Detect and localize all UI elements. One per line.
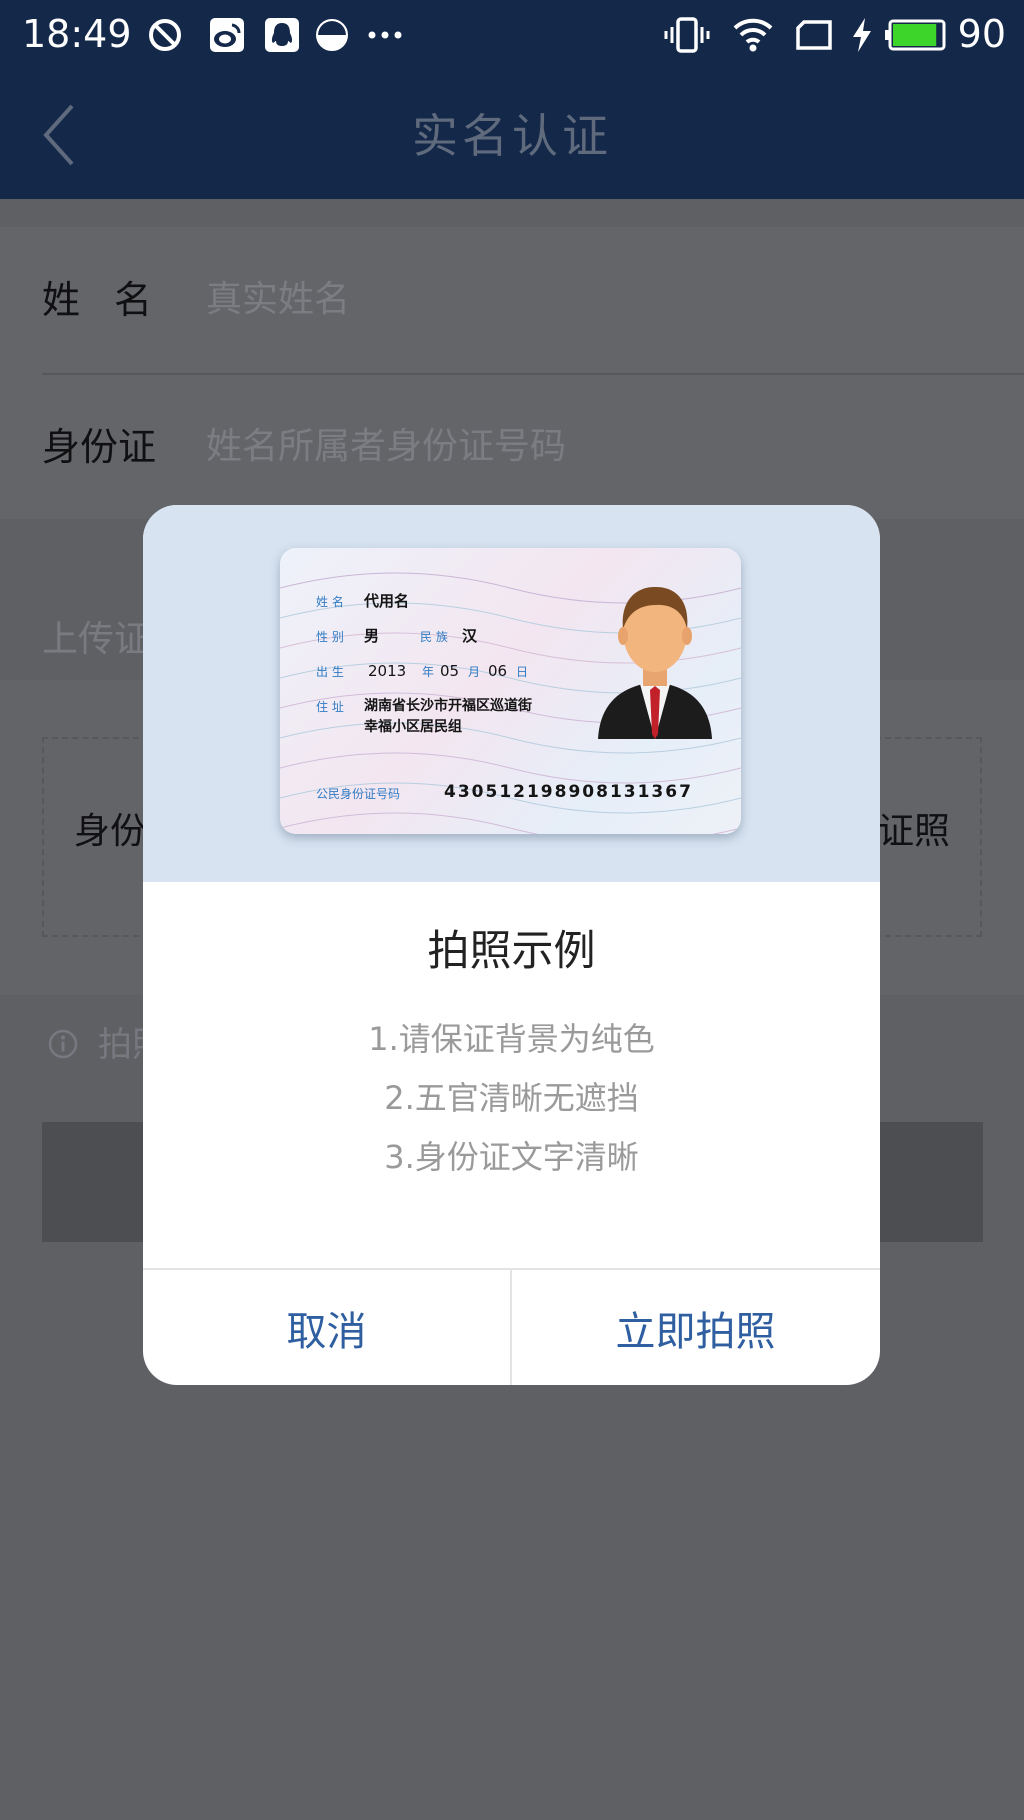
take-photo-button[interactable]: 立即拍照 — [512, 1270, 879, 1385]
status-bar: 18:49 90 — [0, 0, 1024, 72]
sample-id-photo: 姓 名 代用名 性 别 男 民 族 汉 出 生 2013 年 05 月 06 日… — [143, 505, 880, 882]
vibrate-icon — [664, 17, 710, 53]
photo-example-dialog: 姓 名 代用名 性 别 男 民 族 汉 出 生 2013 年 05 月 06 日… — [143, 505, 880, 1385]
card-address-line2: 幸福小区居民组 — [364, 719, 462, 735]
card-name-field: 姓 名 — [316, 595, 344, 609]
battery-level: 90 — [957, 12, 1006, 56]
card-day-unit: 日 — [516, 665, 529, 679]
card-sex-field: 性 别 — [316, 630, 344, 644]
card-year-unit: 年 — [422, 665, 435, 679]
sim-card-icon — [796, 20, 832, 50]
qq-icon — [265, 18, 299, 52]
name-row: 姓名 — [0, 227, 1024, 375]
card-birth-year: 2013 — [368, 662, 407, 680]
card-ethnicity-field: 民 族 — [420, 630, 448, 644]
more-dots-icon — [368, 31, 402, 39]
card-sex-value: 男 — [364, 627, 380, 645]
half-moon-icon — [316, 19, 348, 51]
status-time: 18:49 — [22, 12, 132, 56]
name-input[interactable] — [206, 269, 966, 329]
id-front-upload-label: 身份 — [74, 811, 147, 852]
wifi-icon — [733, 18, 773, 52]
person-avatar-icon — [598, 586, 712, 739]
card-birth-month: 05 — [440, 662, 460, 680]
id-number-input[interactable] — [206, 416, 966, 476]
page-title: 实名认证 — [412, 109, 612, 163]
card-ethnicity-value: 汉 — [462, 627, 478, 645]
weibo-icon — [210, 18, 244, 52]
upload-section-title: 上传证 — [42, 619, 151, 660]
sample-id-card: 姓 名 代用名 性 别 男 民 族 汉 出 生 2013 年 05 月 06 日… — [280, 548, 741, 834]
card-name-value: 代用名 — [364, 592, 410, 610]
card-address-line1: 湖南省长沙市开福区巡道街 — [364, 698, 532, 714]
cancel-button[interactable]: 取消 — [143, 1270, 510, 1385]
card-id-number: 430512198908131367 — [444, 782, 693, 802]
dialog-tip-3: 3.身份证文字清晰 — [384, 1138, 639, 1176]
card-birth-field: 出 生 — [316, 665, 344, 679]
app-header: 实名认证 — [0, 72, 1024, 199]
dialog-tip-2: 2.五官清晰无遮挡 — [384, 1079, 639, 1117]
card-address-field: 住 址 — [316, 700, 344, 714]
blocked-circle-icon — [149, 19, 181, 51]
card-month-unit: 月 — [468, 665, 481, 679]
info-circle-icon — [48, 1029, 78, 1059]
charging-bolt-icon — [853, 18, 871, 52]
dialog-tips-list: 1.请保证背景为纯色 2.五官清晰无遮挡 3.身份证文字清晰 — [143, 1010, 880, 1187]
name-label: 姓名 — [42, 278, 187, 322]
card-id-field: 公民身份证号码 — [316, 787, 401, 801]
identity-form: 姓名 身份证 — [0, 227, 1024, 519]
card-birth-day: 06 — [488, 662, 508, 680]
id-label: 身份证 — [42, 425, 157, 469]
dialog-tip-1: 1.请保证背景为纯色 — [368, 1020, 655, 1058]
id-row: 身份证 — [0, 374, 1024, 520]
id-photo-upload-label: 证照 — [877, 811, 950, 852]
battery-icon — [885, 19, 946, 51]
dialog-title: 拍照示例 — [427, 926, 596, 975]
